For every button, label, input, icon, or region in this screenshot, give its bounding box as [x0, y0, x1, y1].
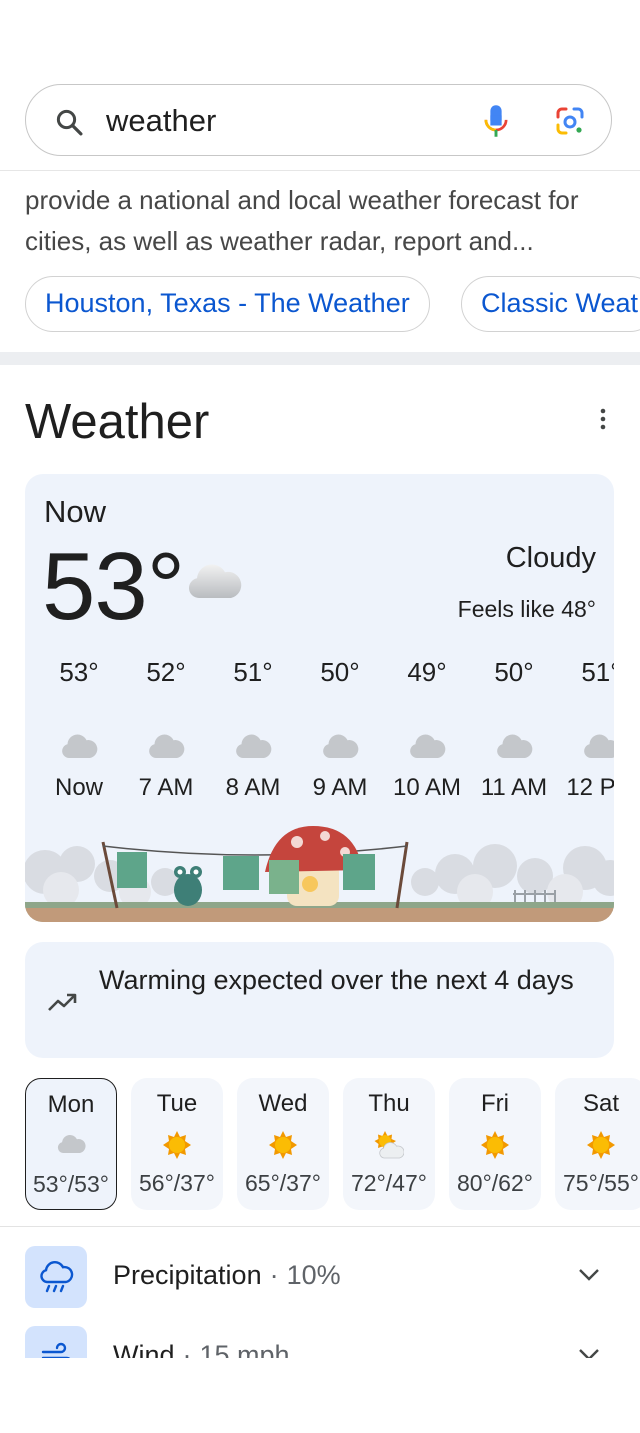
- hourly-temp: 49°: [407, 657, 447, 687]
- hourly-item[interactable]: 50° 11 AM: [470, 654, 558, 802]
- search-bar[interactable]: weather: [25, 84, 612, 156]
- day-temps: 75°/55°: [563, 1170, 639, 1196]
- insight-text: Warming expected over the next 4 days: [99, 965, 574, 995]
- day-fri[interactable]: Fri 80°/62°: [449, 1078, 541, 1210]
- precipitation-row[interactable]: Precipitation · 10%: [25, 1246, 614, 1308]
- search-icon[interactable]: [54, 107, 84, 137]
- weather-heading: Weather: [25, 395, 210, 449]
- day-mon[interactable]: Mon 53°/53°: [25, 1078, 117, 1210]
- bottom-blank-area: [0, 1358, 640, 1433]
- current-weather-card: Now 53° Cloudy Feels like 48° 53° Now 52…: [25, 474, 614, 922]
- cloud-icon: [236, 734, 272, 758]
- trending-up-icon: [48, 993, 77, 1011]
- cloud-icon: [584, 734, 614, 758]
- hourly-item[interactable]: 49° 10 AM: [383, 654, 471, 802]
- hourly-temp: 51°: [581, 657, 614, 687]
- hourly-temp: 52°: [146, 657, 186, 687]
- hourly-item[interactable]: 51° 12 PM: [557, 654, 614, 802]
- hourly-item[interactable]: 51° 8 AM: [209, 654, 297, 802]
- hourly-time: 8 AM: [225, 774, 281, 801]
- day-temps: 65°/37°: [245, 1170, 321, 1196]
- lens-icon[interactable]: [554, 105, 586, 137]
- forecast-insight: Warming expected over the next 4 days: [25, 942, 614, 1058]
- hourly-temp: 50°: [320, 657, 360, 687]
- hourly-time: Now: [54, 774, 103, 801]
- section-divider: [0, 352, 640, 365]
- weather-illustration: [25, 820, 614, 922]
- search-header: weather: [0, 0, 640, 170]
- day-sat[interactable]: Sat 75°/55°: [555, 1078, 640, 1210]
- precipitation-title: Precipitation: [113, 1260, 262, 1290]
- hourly-temp: 51°: [233, 657, 273, 687]
- condition-text: Cloudy: [505, 542, 596, 574]
- sun-icon: [481, 1131, 509, 1159]
- partly-cloudy-icon: [374, 1131, 404, 1159]
- cloud-icon: [497, 734, 533, 758]
- header-divider: [0, 170, 640, 171]
- cloud-icon: [149, 734, 185, 758]
- day-tue[interactable]: Tue 56°/37°: [131, 1078, 223, 1210]
- sun-icon: [163, 1131, 191, 1159]
- sun-icon: [269, 1131, 297, 1159]
- day-temps: 56°/37°: [139, 1170, 215, 1196]
- hourly-item[interactable]: 52° 7 AM: [122, 654, 210, 802]
- cloud-icon: [57, 1134, 86, 1153]
- cloud-icon: [62, 734, 98, 758]
- hourly-time: 7 AM: [138, 774, 194, 801]
- hourly-temp: 50°: [494, 657, 534, 687]
- day-wed[interactable]: Wed 65°/37°: [237, 1078, 329, 1210]
- hourly-item[interactable]: 53° Now: [35, 654, 123, 802]
- precipitation-icon-box: [25, 1246, 87, 1308]
- day-name: Wed: [258, 1090, 308, 1117]
- hourly-time: 11 AM: [480, 774, 548, 801]
- hourly-time: 12 PM: [566, 774, 614, 801]
- hourly-item[interactable]: 50° 9 AM: [296, 654, 384, 802]
- search-input[interactable]: weather: [106, 103, 216, 139]
- cloud-icon: [410, 734, 446, 758]
- cloud-icon: [323, 734, 359, 758]
- result-snippet: provide a national and local weather for…: [25, 185, 579, 256]
- microphone-icon[interactable]: [482, 103, 510, 139]
- details-divider: [0, 1226, 640, 1227]
- feels-like-text: Feels like 48°: [457, 596, 596, 622]
- more-options-icon[interactable]: [598, 408, 608, 430]
- day-temps: 53°/53°: [33, 1171, 109, 1197]
- day-temps: 80°/62°: [457, 1170, 533, 1196]
- day-name: Mon: [47, 1091, 95, 1118]
- precipitation-label: Precipitation · 10%: [113, 1260, 341, 1290]
- day-name: Sat: [582, 1090, 620, 1117]
- current-temperature: 53°: [42, 533, 185, 640]
- hourly-time: 10 AM: [392, 774, 462, 801]
- now-label: Now: [44, 494, 107, 529]
- chip-houston-texas[interactable]: Houston, Texas - The Weather: [25, 276, 430, 332]
- precipitation-value: 10%: [286, 1260, 341, 1290]
- sun-icon: [587, 1131, 615, 1159]
- chip-classic-weather[interactable]: Classic Weat: [461, 276, 640, 332]
- hourly-time: 9 AM: [312, 774, 368, 801]
- day-name: Tue: [156, 1090, 198, 1117]
- rain-icon: [40, 1261, 74, 1293]
- cloud-icon: [188, 564, 242, 598]
- hourly-temp: 53°: [59, 657, 99, 687]
- day-thu[interactable]: Thu 72°/47°: [343, 1078, 435, 1210]
- day-name: Thu: [368, 1090, 410, 1117]
- day-temps: 72°/47°: [351, 1170, 427, 1196]
- day-name: Fri: [481, 1090, 509, 1117]
- chevron-down-icon[interactable]: [578, 1268, 600, 1282]
